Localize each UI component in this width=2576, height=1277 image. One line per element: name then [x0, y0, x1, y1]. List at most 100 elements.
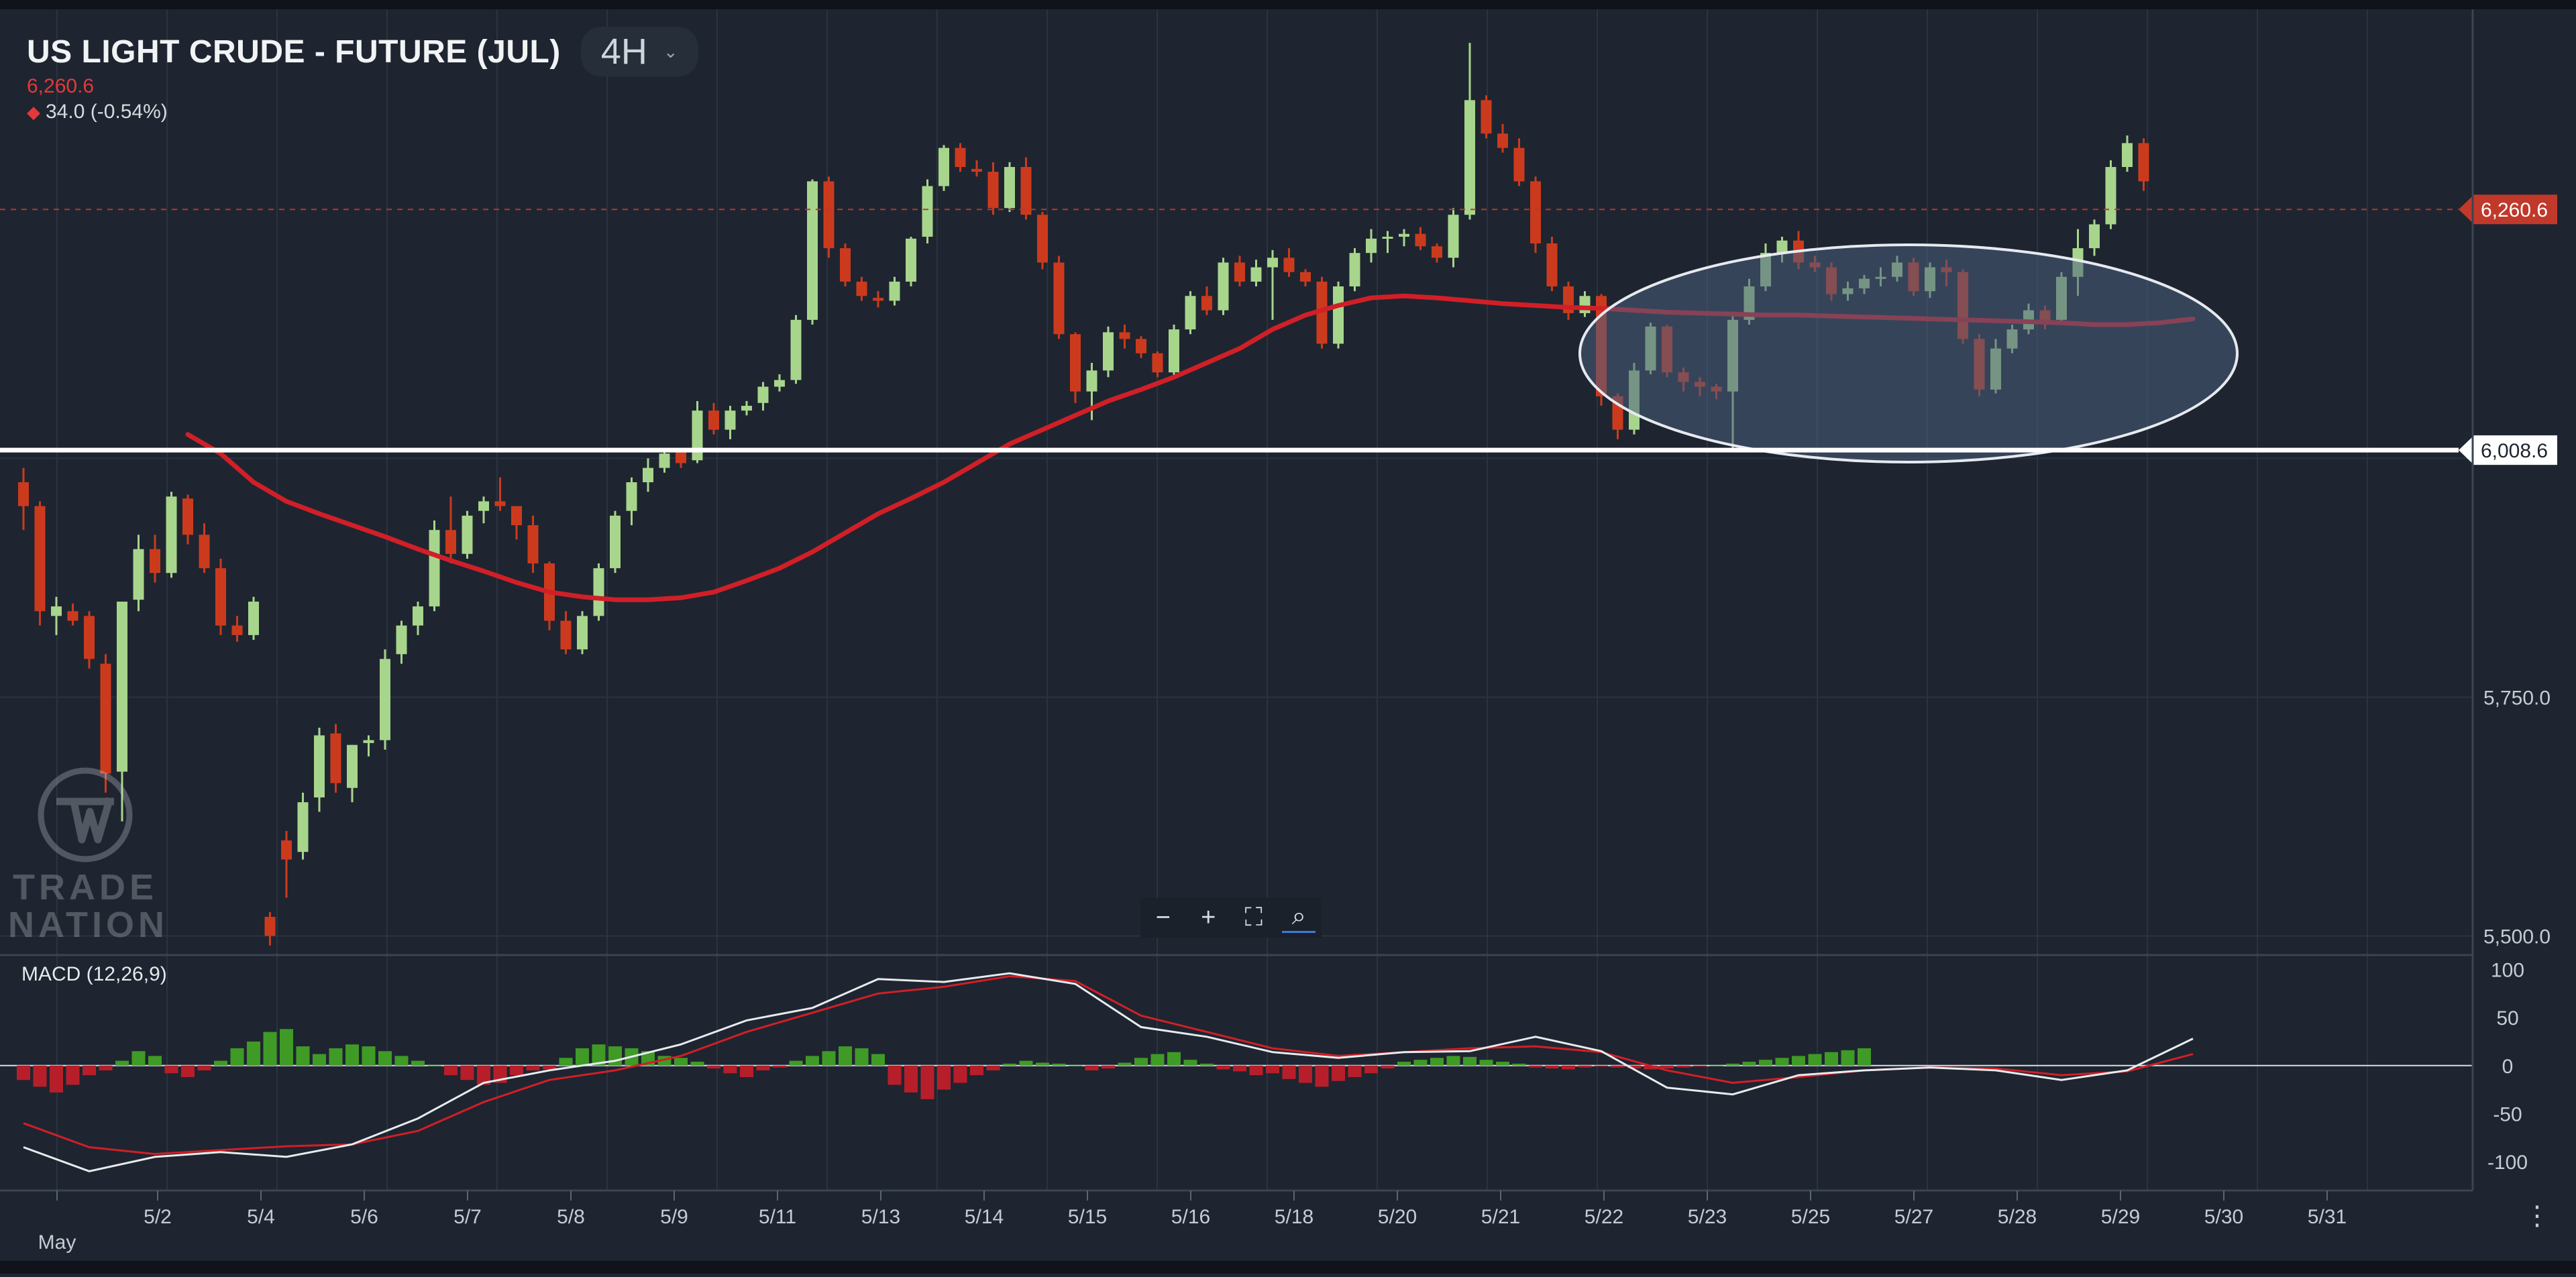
- macd-histogram-bar: [214, 1060, 227, 1066]
- macd-histogram-bar: [394, 1056, 409, 1066]
- macd-histogram-bar: [197, 1065, 211, 1070]
- candle-up: [1267, 258, 1278, 268]
- time-tick-label: 5/4: [247, 1206, 275, 1228]
- candle-down: [18, 482, 29, 506]
- macd-tick-label: 100: [2491, 959, 2524, 981]
- candle-up: [380, 659, 390, 740]
- candle-down: [873, 298, 883, 301]
- candle-up: [133, 549, 144, 600]
- candle-up: [462, 515, 473, 554]
- candle-up: [577, 616, 588, 650]
- candle-up: [1333, 286, 1344, 344]
- candle-up: [413, 606, 423, 626]
- chart-header: US LIGHT CRUDE - FUTURE (JUL) 4H ⌄: [27, 27, 698, 76]
- time-tick-label: 5/30: [2204, 1206, 2243, 1228]
- last-price: 6,260.6: [27, 75, 95, 97]
- macd-histogram-bar: [674, 1058, 688, 1066]
- macd-histogram-bar: [1825, 1052, 1838, 1066]
- candle-up: [314, 735, 325, 797]
- candle-down: [1053, 262, 1065, 335]
- macd-histogram-bar: [50, 1065, 63, 1093]
- timeframe-value: 4H: [600, 32, 647, 72]
- time-tick-label: 5/25: [1791, 1206, 1830, 1228]
- candle-up: [166, 496, 177, 573]
- macd-histogram-bar: [444, 1065, 458, 1076]
- candle-down: [823, 181, 835, 249]
- zoom-toolbar: − + ⛶ ⌕: [1140, 897, 1322, 938]
- candle-up: [1448, 215, 1459, 258]
- candle-up: [610, 515, 621, 569]
- macd-histogram-bar: [230, 1048, 244, 1066]
- candle-down: [511, 506, 522, 526]
- macd-histogram-bar: [99, 1065, 113, 1070]
- macd-histogram-bar: [1726, 1063, 1739, 1066]
- macd-histogram-bar: [1299, 1065, 1312, 1083]
- more-options-icon[interactable]: ⋮: [2524, 1203, 2551, 1229]
- candle-up: [117, 602, 127, 772]
- candle-up: [248, 602, 259, 635]
- macd-histogram-bar: [1397, 1062, 1411, 1066]
- candle-up: [1250, 267, 1262, 282]
- macd-histogram-bar: [1413, 1060, 1428, 1066]
- candle-up: [1004, 167, 1015, 209]
- candle-up: [906, 238, 916, 282]
- candle-down: [1020, 167, 1032, 215]
- time-tick-label: 5/11: [759, 1206, 796, 1228]
- candle-up: [2105, 167, 2116, 225]
- zoom-in-icon[interactable]: +: [1191, 903, 1225, 932]
- fullscreen-icon[interactable]: ⛶: [1237, 903, 1271, 932]
- macd-tick-label: 0: [2502, 1056, 2514, 1078]
- macd-histogram-bar: [66, 1065, 80, 1085]
- macd-histogram-bar: [1233, 1065, 1246, 1072]
- trade-nation-logo: TRADE NATION: [8, 765, 164, 944]
- candle-up: [347, 744, 358, 788]
- macd-histogram-bar: [690, 1062, 704, 1066]
- timeframe-selector[interactable]: 4H ⌄: [580, 27, 698, 76]
- macd-histogram-bar: [131, 1051, 146, 1066]
- time-tick-label: 5/23: [1688, 1206, 1727, 1228]
- chevron-down-icon: ⌄: [663, 41, 678, 62]
- macd-histogram-bar: [986, 1065, 1000, 1070]
- macd-histogram-bar: [1364, 1065, 1378, 1074]
- candle-down: [527, 525, 539, 564]
- candle-down: [1136, 339, 1146, 353]
- macd-histogram-bar: [806, 1056, 819, 1066]
- macd-histogram-bar: [164, 1065, 178, 1074]
- macd-histogram-bar: [17, 1065, 30, 1080]
- candle-up: [774, 380, 785, 387]
- time-tick-label: 5/27: [1894, 1206, 1933, 1228]
- time-tick-label: 5/13: [861, 1206, 900, 1228]
- candle-down: [1481, 100, 1492, 134]
- candle-down: [676, 451, 686, 463]
- macd-histogram-bar: [789, 1060, 803, 1066]
- macd-histogram-bar: [378, 1051, 392, 1066]
- macd-histogram-bar: [1085, 1065, 1099, 1070]
- zoom-reset-icon[interactable]: ⌕: [1282, 902, 1316, 933]
- macd-histogram-bar: [33, 1065, 47, 1087]
- macd-tick-label: 50: [2496, 1007, 2518, 1030]
- candle-up: [1185, 296, 1196, 330]
- macd-histogram-bar: [1332, 1065, 1345, 1081]
- time-tick-label: 5/8: [557, 1206, 585, 1228]
- top-frame: [0, 0, 2576, 9]
- macd-histogram-bar: [1529, 1065, 1542, 1068]
- candle-down: [1152, 353, 1163, 373]
- macd-histogram-bar: [1052, 1063, 1066, 1066]
- candle-down: [1513, 148, 1525, 182]
- macd-histogram-bar: [83, 1065, 96, 1076]
- macd-histogram-bar: [313, 1054, 326, 1066]
- macd-histogram-bar: [904, 1065, 918, 1093]
- candle-down: [1119, 332, 1130, 339]
- candle-up: [724, 410, 736, 430]
- macd-histogram-bar: [1150, 1054, 1165, 1066]
- candle-up: [889, 281, 900, 301]
- zoom-out-icon[interactable]: −: [1146, 903, 1180, 932]
- macd-histogram-bar: [1808, 1054, 1822, 1066]
- candle-down: [494, 501, 506, 506]
- macd-histogram-bar: [526, 1065, 540, 1070]
- macd-histogram-bar: [1167, 1052, 1181, 1066]
- bottom-frame: [0, 1261, 2576, 1274]
- candle-down: [1530, 181, 1541, 243]
- macd-histogram-bar: [1446, 1056, 1460, 1066]
- candle-down: [445, 530, 456, 554]
